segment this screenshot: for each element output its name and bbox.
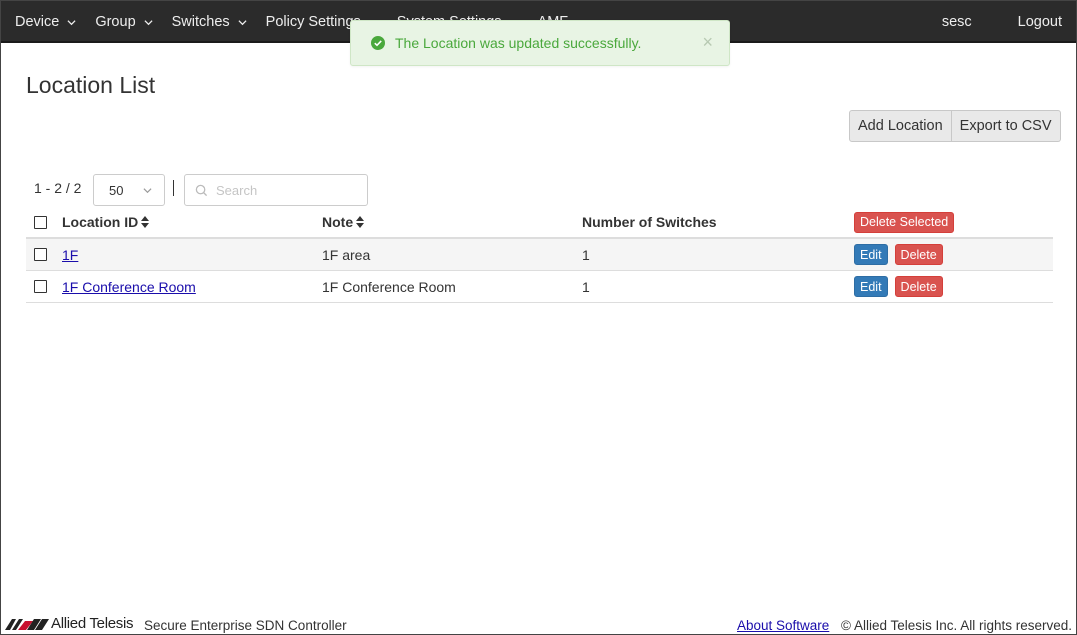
check-circle-icon	[371, 36, 385, 50]
select-all-cell	[34, 207, 47, 237]
note-cell: 1F area	[322, 246, 371, 263]
nav-item-group[interactable]: Group	[95, 14, 153, 30]
note-cell: 1F Conference Room	[322, 278, 456, 295]
table-row: 1F 1F area 1 Edit Delete	[26, 239, 1053, 271]
divider	[173, 180, 174, 196]
nav-user-area: sesc Logout	[942, 1, 1062, 43]
switch-count-cell: 1	[582, 246, 590, 263]
logout-link[interactable]: Logout	[1018, 14, 1062, 30]
close-icon[interactable]: ×	[702, 33, 713, 51]
row-actions: Edit Delete	[854, 239, 943, 270]
search-box[interactable]	[184, 174, 368, 206]
nav-item-label: Policy Settings	[265, 14, 361, 30]
brand-name: Allied Telesis	[51, 615, 134, 632]
product-name: Secure Enterprise SDN Controller	[144, 618, 347, 633]
delete-button[interactable]: Delete	[894, 244, 943, 265]
toast-message: The Location was updated successfully.	[395, 35, 642, 51]
per-page-value: 50	[109, 182, 124, 198]
column-label: Location ID	[62, 214, 139, 230]
chevron-down-icon	[143, 188, 152, 194]
chevron-down-icon	[144, 19, 153, 25]
column-header-number-of-switches: Number of Switches	[582, 207, 717, 237]
actions-header-cell: Delete Selected	[854, 207, 955, 237]
location-table: Location ID Note Number of Switches Dele…	[26, 207, 1053, 303]
export-csv-button[interactable]: Export to CSV	[951, 110, 1061, 142]
table-row: 1F Conference Room 1F Conference Room 1 …	[26, 271, 1053, 303]
switch-count-cell: 1	[582, 278, 590, 295]
select-all-checkbox[interactable]	[34, 215, 47, 229]
location-id-cell: 1F	[62, 239, 78, 270]
column-header-note[interactable]: Note	[322, 207, 365, 237]
column-header-location-id[interactable]: Location ID	[62, 207, 150, 237]
edit-button[interactable]: Edit	[854, 276, 888, 297]
chevron-down-icon	[67, 19, 76, 25]
toolbar: Add Location Export to CSV	[849, 110, 1061, 142]
per-page-select[interactable]: 50	[93, 174, 165, 206]
location-id-link[interactable]: 1F	[62, 247, 78, 263]
delete-selected-button[interactable]: Delete Selected	[854, 211, 955, 233]
about-software-link[interactable]: About Software	[737, 618, 829, 633]
footer: Allied Telesis Secure Enterprise SDN Con…	[1, 613, 1076, 635]
chevron-down-icon	[238, 19, 247, 25]
row-check-cell	[34, 271, 47, 302]
table-header: Location ID Note Number of Switches Dele…	[26, 207, 1053, 239]
edit-button[interactable]: Edit	[854, 244, 888, 265]
row-checkbox[interactable]	[34, 280, 47, 293]
column-label: Note	[322, 214, 354, 230]
row-checkbox[interactable]	[34, 248, 47, 261]
brand-logo: Allied Telesis	[5, 615, 134, 632]
search-icon	[195, 184, 208, 196]
sort-icon	[356, 216, 365, 228]
nav-item-label: Device	[15, 14, 60, 30]
success-toast: The Location was updated successfully. ×	[350, 20, 730, 66]
page-title: Location List	[26, 72, 156, 98]
copyright-text: © Allied Telesis Inc. All rights reserve…	[841, 618, 1073, 633]
row-actions: Edit Delete	[854, 271, 943, 302]
add-location-button[interactable]: Add Location	[849, 110, 952, 142]
sort-icon	[141, 216, 150, 228]
nav-item-label: Switches	[171, 14, 230, 30]
search-input[interactable]	[216, 182, 356, 198]
nav-item-device[interactable]: Device	[15, 14, 76, 30]
delete-button[interactable]: Delete	[894, 276, 943, 297]
user-name[interactable]: sesc	[942, 14, 972, 30]
nav-item-label: Group	[95, 14, 136, 30]
location-id-cell: 1F Conference Room	[62, 271, 196, 302]
location-id-link[interactable]: 1F Conference Room	[62, 279, 196, 295]
nav-item-switches[interactable]: Switches	[172, 14, 247, 30]
column-label: Number of Switches	[582, 214, 717, 230]
pagination-range: 1 - 2 / 2	[34, 180, 82, 196]
allied-telesis-logo-icon	[5, 618, 49, 630]
row-check-cell	[34, 239, 47, 270]
